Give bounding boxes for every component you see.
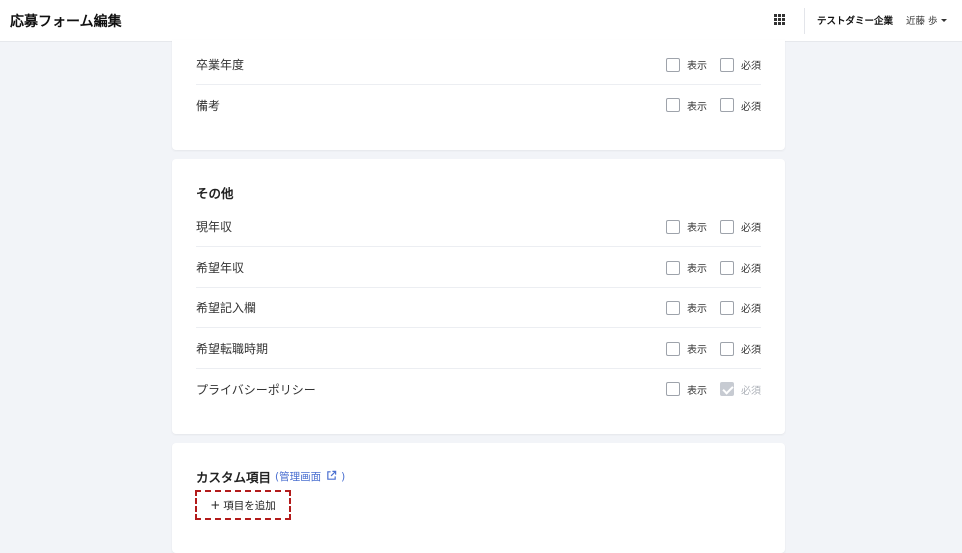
checkbox-icon[interactable] [720, 219, 734, 234]
checkbox-icon[interactable] [666, 341, 680, 356]
page-title: 応募フォーム編集 [10, 14, 122, 30]
plus-icon: + [210, 498, 221, 512]
field-label: 現年収 [196, 220, 233, 234]
field-row: 現年収 表示 必須 [196, 207, 761, 247]
required-checkbox[interactable]: 必須 [720, 300, 761, 315]
checkbox-icon[interactable] [666, 382, 680, 396]
add-field-button[interactable]: + 項目を追加 [195, 490, 291, 520]
custom-fields-card: カスタム項目 ( 管理画面 ) + 項目を追加 [172, 443, 785, 553]
field-options: 表示 必須 [666, 219, 761, 234]
checkbox-icon[interactable] [720, 57, 734, 72]
checkbox-icon[interactable] [720, 341, 734, 356]
field-options: 表示 必須 [666, 260, 761, 275]
field-options: 表示 必須 [666, 57, 761, 72]
checkbox-icon[interactable] [720, 98, 734, 112]
field-options: 表示 必須 [666, 300, 761, 315]
required-checkbox[interactable]: 必須 [720, 260, 761, 275]
caret-down-icon [940, 18, 947, 22]
required-checkbox[interactable]: 必須 [720, 98, 761, 113]
field-label: 希望転職時期 [196, 342, 269, 356]
section-title: カスタム項目 [196, 470, 272, 485]
display-checkbox[interactable]: 表示 [666, 57, 707, 72]
checked-checkbox-icon [720, 382, 734, 396]
custom-section-header: カスタム項目 ( 管理画面 ) [196, 467, 345, 486]
checkbox-icon[interactable] [720, 300, 734, 315]
checkbox-icon[interactable] [666, 260, 680, 275]
display-checkbox[interactable]: 表示 [666, 382, 707, 397]
display-checkbox[interactable]: 表示 [666, 260, 707, 275]
header-divider [804, 8, 805, 34]
field-options: 表示 必須 [666, 382, 761, 397]
field-label: 卒業年度 [196, 58, 245, 72]
checkbox-icon[interactable] [666, 300, 680, 315]
required-checkbox[interactable]: 必須 [720, 341, 761, 356]
external-link-icon[interactable] [326, 470, 337, 484]
grid-apps-icon[interactable] [774, 14, 785, 25]
admin-link[interactable]: ( 管理画面 ) [275, 469, 345, 484]
checkbox-icon[interactable] [720, 260, 734, 275]
field-row: 希望記入欄 表示 必須 [196, 288, 761, 328]
user-menu[interactable]: 近藤 歩 [906, 13, 947, 27]
field-row: プライバシーポリシー 表示 必須 [196, 369, 761, 409]
admin-link-label[interactable]: 管理画面 [279, 469, 321, 484]
other-fields-card: その他 現年収 表示 必須 希望年収 表示 必須 希望記入欄 表示 必須 希望転… [172, 159, 785, 434]
required-checkbox[interactable]: 必須 [720, 57, 761, 72]
field-row: 備考 表示 必須 [196, 85, 761, 125]
field-row: 希望転職時期 表示 必須 [196, 329, 761, 369]
display-checkbox[interactable]: 表示 [666, 341, 707, 356]
user-name: 近藤 歩 [906, 16, 938, 27]
field-row: 希望年収 表示 必須 [196, 248, 761, 288]
checkbox-icon[interactable] [666, 219, 680, 234]
checkbox-icon[interactable] [666, 57, 680, 72]
field-row: 卒業年度 表示 必須 [196, 45, 761, 85]
basic-fields-card: 卒業年度 表示 必須 備考 表示 必須 [172, 40, 785, 150]
add-field-label: 項目を追加 [223, 499, 276, 512]
display-checkbox[interactable]: 表示 [666, 300, 707, 315]
field-label: 希望年収 [196, 261, 245, 275]
field-options: 表示 必須 [666, 98, 761, 113]
required-checkbox[interactable]: 必須 [720, 219, 761, 234]
field-label: 希望記入欄 [196, 301, 257, 315]
display-checkbox[interactable]: 表示 [666, 98, 707, 113]
company-name[interactable]: テストダミー企業 [817, 13, 893, 27]
required-checkbox: 必須 [720, 382, 761, 397]
field-options: 表示 必須 [666, 341, 761, 356]
top-header: 応募フォーム編集 テストダミー企業 近藤 歩 [0, 0, 962, 42]
field-label: プライバシーポリシー [196, 382, 316, 397]
checkbox-icon[interactable] [666, 98, 680, 112]
field-label: 備考 [196, 98, 221, 113]
section-title: その他 [196, 186, 234, 201]
display-checkbox[interactable]: 表示 [666, 219, 707, 234]
